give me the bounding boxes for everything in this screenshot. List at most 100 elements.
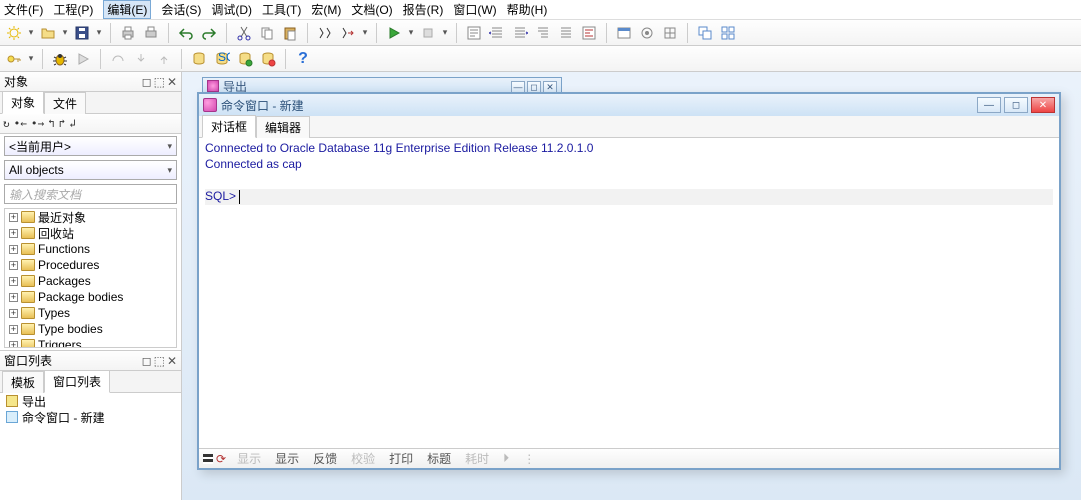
autohide-icon[interactable]: ⬚: [154, 354, 165, 368]
user-combo[interactable]: <当前用户>▾: [4, 136, 177, 156]
command-editor[interactable]: Connected to Oracle Database 11g Enterpr…: [199, 138, 1059, 448]
stop-dropdown-icon[interactable]: ▾: [441, 23, 449, 43]
cyl3-icon[interactable]: [235, 49, 255, 69]
menu-file[interactable]: 文件(F): [4, 1, 43, 18]
run-icon[interactable]: [384, 23, 404, 43]
list-item[interactable]: 命令窗口 - 新建: [0, 409, 181, 425]
close-button[interactable]: ✕: [1031, 97, 1055, 113]
tool2-icon[interactable]: [660, 23, 680, 43]
undo-icon[interactable]: [176, 23, 196, 43]
record-icon[interactable]: ⟳: [216, 452, 226, 466]
minimize-button[interactable]: —: [511, 81, 525, 93]
menu-help[interactable]: 帮助(H): [507, 1, 548, 18]
tab-editor[interactable]: 编辑器: [256, 116, 310, 138]
expand-icon[interactable]: +: [9, 229, 18, 238]
paste-icon[interactable]: [280, 23, 300, 43]
browser-icon[interactable]: [614, 23, 634, 43]
menu-icon[interactable]: ⋮: [520, 452, 538, 466]
print-icon[interactable]: [118, 23, 138, 43]
expand-icon[interactable]: +: [9, 325, 18, 334]
indent-left-icon[interactable]: [487, 23, 507, 43]
print-preview-icon[interactable]: [141, 23, 161, 43]
pin-icon[interactable]: ◻: [142, 75, 152, 89]
expand-icon[interactable]: +: [9, 277, 18, 286]
nav1-icon[interactable]: •←: [14, 117, 27, 130]
nav4-icon[interactable]: ↱: [59, 117, 66, 130]
object-filter-input[interactable]: 输入搜索文档: [4, 184, 177, 204]
stop-icon[interactable]: [418, 23, 438, 43]
run-dropdown-icon[interactable]: ▾: [407, 23, 415, 43]
autohide-icon[interactable]: ⬚: [154, 75, 165, 89]
tab-template[interactable]: 模板: [2, 371, 44, 393]
tab-dialog[interactable]: 对话框: [202, 115, 256, 138]
save-dropdown-icon[interactable]: ▾: [95, 23, 103, 43]
sql-window-icon[interactable]: [464, 23, 484, 43]
menu-window[interactable]: 窗口(W): [453, 1, 496, 18]
copy-icon[interactable]: [257, 23, 277, 43]
tile-icon[interactable]: [718, 23, 738, 43]
menu-tools[interactable]: 工具(T): [262, 1, 301, 18]
key-dropdown-icon[interactable]: ▾: [27, 49, 35, 69]
maximize-button[interactable]: ◻: [1004, 97, 1028, 113]
menu-session[interactable]: 会话(S): [161, 1, 201, 18]
menu-macro[interactable]: 宏(M): [311, 1, 341, 18]
close-panel-icon[interactable]: ✕: [167, 354, 177, 368]
tab-winlist[interactable]: 窗口列表: [44, 370, 110, 393]
cut-icon[interactable]: [234, 23, 254, 43]
expand-icon[interactable]: +: [9, 245, 18, 254]
expand-icon[interactable]: +: [9, 309, 18, 318]
tab-objects[interactable]: 对象: [2, 91, 44, 114]
sql-prompt-line[interactable]: SQL>: [205, 189, 1053, 205]
object-tree[interactable]: +最近对象 +回收站 +Functions +Procedures +Packa…: [4, 208, 177, 348]
minimize-button[interactable]: —: [977, 97, 1001, 113]
refresh-icon[interactable]: ↻: [3, 117, 10, 130]
expand-icon[interactable]: +: [9, 261, 18, 270]
menu-debug[interactable]: 调试(D): [211, 1, 252, 18]
find-icon[interactable]: [315, 23, 335, 43]
output-line: Connected as cap: [205, 157, 1053, 173]
step-over-icon[interactable]: [108, 49, 128, 69]
command-titlebar[interactable]: 命令窗口 - 新建 — ◻ ✕: [199, 94, 1059, 116]
nav5-icon[interactable]: ↲: [69, 117, 76, 130]
text-cursor: [239, 190, 240, 204]
redo-icon[interactable]: [199, 23, 219, 43]
expand-icon[interactable]: +: [9, 293, 18, 302]
close-panel-icon[interactable]: ✕: [167, 75, 177, 89]
new-light-icon[interactable]: [4, 23, 24, 43]
pin-icon[interactable]: ◻: [142, 354, 152, 368]
tool1-icon[interactable]: [637, 23, 657, 43]
sql-prompt: SQL>: [205, 189, 239, 203]
bug-icon[interactable]: [50, 49, 70, 69]
find-dropdown-icon[interactable]: ▾: [361, 23, 369, 43]
tab-files[interactable]: 文件: [44, 92, 86, 114]
more-icon[interactable]: ⏵: [500, 451, 512, 466]
nav3-icon[interactable]: ↰: [48, 117, 55, 130]
key-icon[interactable]: [4, 49, 24, 69]
comment-icon[interactable]: [533, 23, 553, 43]
cyl1-icon[interactable]: [189, 49, 209, 69]
menu-report[interactable]: 报告(R): [403, 1, 444, 18]
menu-doc[interactable]: 文档(O): [351, 1, 392, 18]
nav2-icon[interactable]: •→: [31, 117, 44, 130]
menu-project[interactable]: 工程(P): [53, 1, 93, 18]
menu-edit[interactable]: 编辑(E): [103, 0, 151, 19]
cyl4-icon[interactable]: [258, 49, 278, 69]
new-dropdown-icon[interactable]: ▾: [27, 23, 35, 43]
open-dropdown-icon[interactable]: ▾: [61, 23, 69, 43]
list-item[interactable]: 导出: [0, 393, 181, 409]
expand-icon[interactable]: +: [9, 341, 18, 349]
save-icon[interactable]: [72, 23, 92, 43]
find-next-icon[interactable]: [338, 23, 358, 43]
debug-run-icon[interactable]: [73, 49, 93, 69]
cyl2-icon[interactable]: SQL: [212, 49, 232, 69]
help-button[interactable]: ?: [293, 49, 313, 69]
uncomment-icon[interactable]: [556, 23, 576, 43]
cascade-icon[interactable]: [695, 23, 715, 43]
open-icon[interactable]: [38, 23, 58, 43]
step-into-icon[interactable]: [131, 49, 151, 69]
step-out-icon[interactable]: [154, 49, 174, 69]
expand-icon[interactable]: +: [9, 213, 18, 222]
indent-right-icon[interactable]: [510, 23, 530, 43]
objtype-combo[interactable]: All objects▾: [4, 160, 177, 180]
format-icon[interactable]: [579, 23, 599, 43]
